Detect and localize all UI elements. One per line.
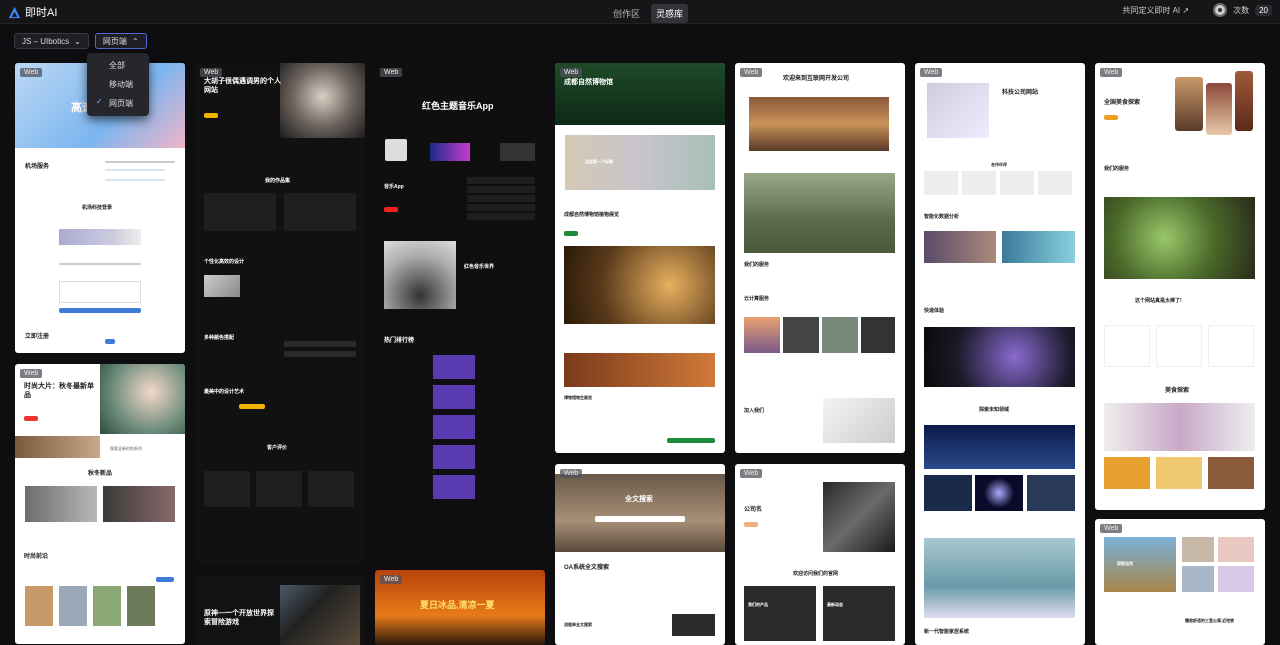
card-title: 公司名 bbox=[744, 507, 763, 513]
card-heading: 最美中的设计艺术 bbox=[204, 389, 245, 395]
share-link[interactable]: 共同定义即时 AI ↗ bbox=[1122, 5, 1189, 16]
card-heading: 个性化高效的设计 bbox=[204, 259, 245, 265]
card-heading: 机场服务 bbox=[25, 164, 50, 170]
card-tag: Web bbox=[740, 68, 763, 77]
card-title: 时尚大片：秋冬最新单品 bbox=[24, 383, 94, 399]
card-heading: 美食探索 bbox=[1165, 388, 1190, 394]
card-tag: Web bbox=[560, 68, 583, 77]
app-name: 即时AI bbox=[25, 7, 58, 19]
card-tag: Web bbox=[1100, 524, 1123, 533]
card-heading: 我们的服务 bbox=[744, 262, 770, 268]
card-heading: 流程单全文搜索 bbox=[564, 622, 592, 627]
card-heading: 欢迎访问我们的官网 bbox=[793, 571, 839, 577]
card-heading: 这个网站真是太棒了! bbox=[1135, 298, 1182, 304]
type-filter[interactable]: 网页端 ⌃ bbox=[94, 33, 147, 49]
card-heading: 加入我们 bbox=[744, 408, 765, 414]
dropdown-option-all[interactable]: 全部 bbox=[87, 56, 149, 75]
card-heading: 秋冬新品 bbox=[88, 471, 113, 477]
template-card[interactable]: Web 夏日冰品,清凉一夏 bbox=[375, 570, 545, 645]
card-tag: Web bbox=[380, 575, 403, 584]
chevron-up-icon: ⌃ bbox=[131, 36, 139, 46]
card-heading: 云计算服务 bbox=[744, 296, 770, 302]
tab-inspiration[interactable]: 灵感库 bbox=[651, 4, 689, 23]
card-title: 大胡子很偶遇调男的个人网站 bbox=[204, 78, 281, 94]
card-tag: Web bbox=[740, 469, 763, 478]
card-subtitle: 探索全新时尚系列 bbox=[110, 446, 142, 451]
template-card[interactable]: 原神—一个开放世界探索冒险游戏 bbox=[195, 575, 365, 645]
card-title: 探索自然 bbox=[1117, 561, 1133, 566]
template-card[interactable]: Web 时尚大片：秋冬最新单品 探索全新时尚系列 秋冬新品 时尚前沿 bbox=[15, 364, 185, 644]
template-card[interactable]: Web 公司名 欢迎访问我们的官网 我们的产品 最新动态 bbox=[735, 464, 905, 645]
card-heading: 合作伙伴 bbox=[991, 162, 1007, 167]
card-heading: 探索未知领域 bbox=[979, 407, 1010, 413]
card-heading: 立即注册 bbox=[25, 334, 50, 340]
template-card[interactable]: Web 成都自然博物馆 这里是一个标题 成都自然博物馆植物展览 博物馆物生展览 bbox=[555, 63, 725, 453]
app-logo[interactable]: 即时AI bbox=[8, 4, 57, 20]
type-filter-label: 网页端 bbox=[102, 36, 127, 46]
card-heading: 最新动态 bbox=[827, 602, 843, 607]
card-tag: Web bbox=[560, 469, 583, 478]
card-tag: Web bbox=[920, 68, 943, 77]
card-tag: Web bbox=[1100, 68, 1123, 77]
card-title: 红色主题音乐App bbox=[422, 101, 494, 111]
main-nav: 创作区 灵感库 bbox=[608, 4, 689, 23]
logo-icon bbox=[8, 6, 21, 18]
template-card[interactable]: Web 探索自然 體验舒适的三室公寓,近地铁 bbox=[1095, 519, 1265, 645]
card-heading: 成都自然博物馆植物展览 bbox=[564, 212, 620, 218]
language-filter-label: JS – UIbotics bbox=[22, 36, 70, 46]
card-heading: 我们的产品 bbox=[748, 602, 768, 607]
card-title: 原神—一个开放世界探索冒险游戏 bbox=[204, 610, 274, 626]
card-heading: 我的作品集 bbox=[265, 178, 291, 184]
card-heading: 音乐App bbox=[384, 184, 404, 190]
card-heading: 红色音乐世界 bbox=[464, 264, 495, 270]
card-heading: 快速体验 bbox=[924, 308, 945, 314]
card-tag: Web bbox=[20, 68, 43, 77]
card-title: 欢迎来到互联网开发公司 bbox=[783, 76, 850, 82]
card-title: 夏日冰品,清凉一夏 bbox=[420, 600, 495, 610]
card-heading: 多种颜色搭配 bbox=[204, 335, 235, 341]
credits-label: 次数 bbox=[1233, 5, 1250, 15]
card-tag: Web bbox=[380, 68, 403, 77]
top-bar: 即时AI 创作区 灵感库 共同定义即时 AI ↗ 次数 20 bbox=[0, 0, 1280, 24]
filter-bar: JS – UIbotics ⌄ 网页端 ⌃ bbox=[14, 33, 147, 49]
template-card[interactable]: Web 红色主题音乐App 音乐App 红色音乐世界 热门排行榜 bbox=[375, 63, 545, 558]
chevron-down-icon: ⌄ bbox=[74, 36, 81, 46]
card-title: 全文搜索 bbox=[625, 496, 653, 503]
card-heading: 體验舒适的三室公寓,近地铁 bbox=[1185, 618, 1235, 623]
card-title: 科技公司网站 bbox=[1002, 90, 1039, 96]
card-tag: Web bbox=[20, 369, 43, 378]
dropdown-option-mobile[interactable]: 移动端 bbox=[87, 75, 149, 94]
card-hero-text: 这里是一个标题 bbox=[585, 159, 613, 164]
template-card[interactable]: Web 欢迎来到互联网开发公司 我们的服务 云计算服务 加入我们 bbox=[735, 63, 905, 453]
card-heading: 客户评价 bbox=[267, 445, 288, 451]
card-heading: 时尚前沿 bbox=[24, 554, 49, 560]
template-card[interactable]: Web 全国美食探索 我们的服务 这个网站真是太棒了! 美食探索 bbox=[1095, 63, 1265, 510]
card-heading: 热门排行榜 bbox=[384, 338, 415, 344]
dropdown-option-web[interactable]: 网页端 bbox=[87, 94, 149, 113]
card-heading: 我们的服务 bbox=[1104, 166, 1130, 172]
type-dropdown: 全部 移动端 网页端 bbox=[87, 53, 149, 116]
card-title: 成都自然博物馆 bbox=[564, 79, 613, 86]
card-heading: 智能化数据分析 bbox=[924, 214, 960, 220]
avatar[interactable] bbox=[1213, 3, 1228, 17]
card-title: 全国美食探索 bbox=[1104, 100, 1141, 106]
template-card[interactable]: Web 科技公司网站 合作伙伴 智能化数据分析 快速体验 探索未知领域 新一代智… bbox=[915, 63, 1085, 645]
language-filter[interactable]: JS – UIbotics ⌄ bbox=[14, 33, 89, 49]
tab-create[interactable]: 创作区 bbox=[608, 4, 645, 23]
card-heading: 新一代智能家居系统 bbox=[924, 629, 970, 635]
top-right: 共同定义即时 AI ↗ 次数 20 bbox=[1122, 3, 1272, 17]
card-heading: 机场科技登录 bbox=[82, 205, 113, 211]
template-card[interactable]: Web 大胡子很偶遇调男的个人网站 我的作品集 个性化高效的设计 多种颜色搭配 … bbox=[195, 63, 365, 565]
credits-count: 20 bbox=[1255, 4, 1272, 16]
card-heading: OA系统全文搜索 bbox=[564, 565, 610, 571]
card-heading: 博物馆物生展览 bbox=[564, 395, 592, 400]
template-card[interactable]: Web 全文搜索 OA系统全文搜索 流程单全文搜索 bbox=[555, 464, 725, 645]
card-tag: Web bbox=[200, 68, 223, 77]
